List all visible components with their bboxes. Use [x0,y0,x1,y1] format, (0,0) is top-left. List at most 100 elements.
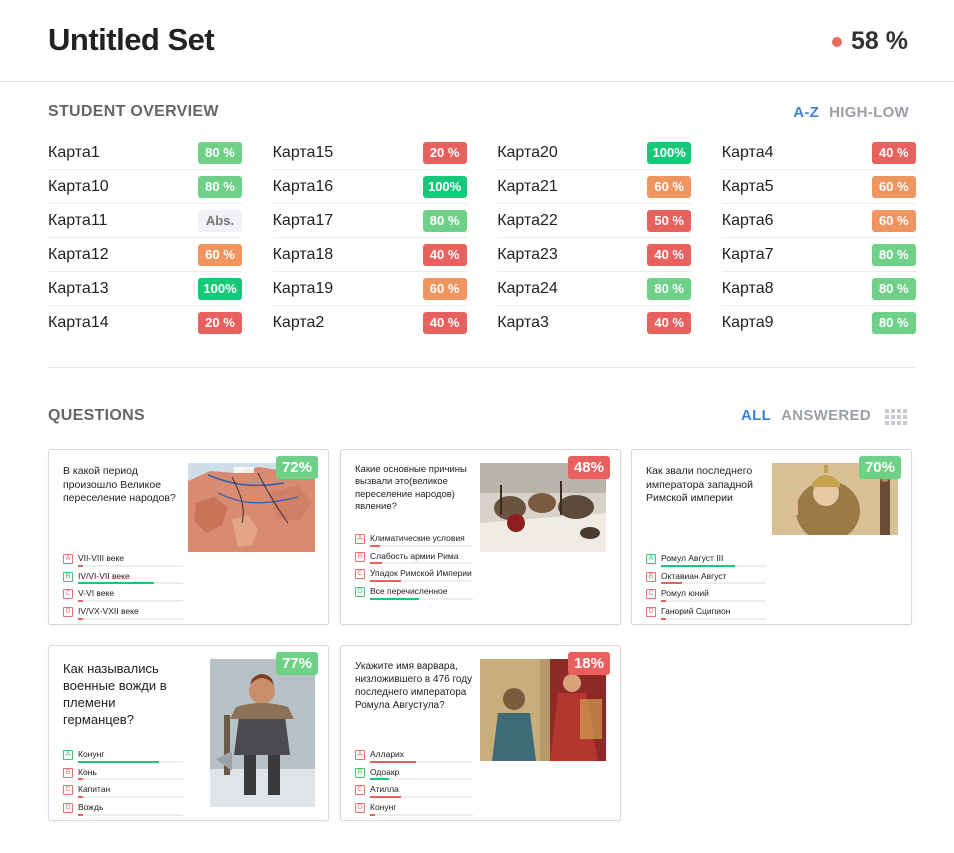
student-row[interactable]: Карта4 40 % [721,136,916,170]
student-score-badge: 50 % [647,209,692,232]
sort-az-button[interactable]: A-Z [793,104,819,121]
student-name: Карта2 [272,314,325,331]
question-card[interactable]: Какие основные причины вызвали это(велик… [340,449,621,625]
question-percent-badge: 18% [567,652,610,675]
student-name: Карта1 [48,143,100,161]
answer-letter: A [63,750,73,760]
answer-option: A Конунг [63,749,183,763]
student-name: Карта11 [48,211,108,229]
answer-letter: A [646,554,656,564]
student-row[interactable]: Карта10 80 % [48,170,242,204]
germanic-warrior-art-image [210,659,315,807]
answer-option: A Ромул Август III [646,553,766,567]
student-row[interactable]: Карта16 100% [272,170,467,204]
answer-text: Ромул юний [661,588,709,599]
answer-list: A Конунг B Конь C Капитан D Вождь [63,749,183,820]
student-name: Карта24 [497,279,558,297]
student-row[interactable]: Карта19 60 % [272,272,467,306]
student-name: Карта16 [272,177,334,195]
student-overview-title: STUDENT OVERVIEW [48,103,219,120]
student-name: Карта3 [497,314,549,331]
answer-share-bar [78,564,183,567]
student-row[interactable]: Карта14 20 % [48,306,242,340]
question-percent-badge: 70% [858,456,901,479]
question-percent-badge: 48% [567,456,610,479]
student-row[interactable]: Карта11 Abs. [48,204,242,238]
sort-high-low-button[interactable]: HIGH-LOW [829,104,909,121]
student-row[interactable]: Карта15 20 % [272,136,467,170]
student-row[interactable]: Карта21 60 % [497,170,692,204]
answer-option: B Конь [63,767,183,781]
student-row[interactable]: Карта2 40 % [273,306,467,340]
student-row[interactable]: Карта6 60 % [721,204,916,238]
student-row[interactable]: Карта3 40 % [497,306,692,340]
student-name: Карта14 [48,314,109,331]
answer-share-bar [370,813,473,816]
student-score-badge: 100% [198,277,242,300]
answer-option: B Слабость армии Рима [355,551,473,565]
student-score-badge: 100% [422,175,467,198]
student-row[interactable]: Карта8 80 % [721,272,916,306]
answer-text: Атилла [370,784,399,795]
answer-list: A VII-VIII веке B IV/VI-VII веке C V-VI веке D… [63,553,183,624]
filter-all-button[interactable]: ALL [741,407,771,424]
page-header: Untitled Set 58 % [0,0,954,82]
student-row[interactable]: Карта24 80 % [497,272,692,306]
answer-text: VII-VIII веке [78,553,125,563]
answer-share-bar [78,813,183,816]
question-card[interactable]: Как звали последнего императора западной… [631,449,912,625]
student-row[interactable]: Карта17 80 % [272,204,467,238]
student-score-badge: 40 % [422,243,467,266]
student-row[interactable]: Карта22 50 % [497,204,692,238]
answer-text: Слабость армии Рима [370,550,459,561]
question-filter-controls: ALL ANSWERED [741,407,907,425]
filter-answered-button[interactable]: ANSWERED [781,407,871,424]
question-card[interactable]: Как назывались военные вожди в племени г… [48,645,329,821]
answer-text: Конунг [78,749,105,759]
student-row[interactable]: Карта12 60 % [48,238,242,272]
answer-share-bar [661,582,766,585]
answer-share-bar [78,599,183,602]
grid-view-icon[interactable] [885,409,907,425]
student-name: Карта6 [721,211,774,229]
student-name: Карта7 [721,245,774,263]
answer-text: Капитан [78,784,111,795]
answer-share-bar [370,562,473,565]
answer-share-bar [78,617,183,620]
answer-letter: A [63,554,73,564]
answer-letter: B [63,767,73,778]
question-text: Как назывались военные вожди в племени г… [63,661,167,727]
student-row[interactable]: Карта13 100% [48,272,242,306]
answer-option: D Ганорий Сципион [646,606,766,620]
question-card[interactable]: Укажите имя варвара, низложившего в 476 … [340,645,621,821]
student-name: Карта19 [272,279,334,297]
answer-list: A Алларих B Одоакр C Атилла D Конунг [355,749,473,820]
section-divider [48,367,915,368]
answer-option: D IV/VX-VXII веке [63,606,183,620]
answer-letter: D [355,802,365,813]
answer-share-bar [78,760,183,763]
student-row[interactable]: Карта23 40 % [497,238,692,272]
answer-text: Ромул Август III [661,553,724,563]
student-row[interactable]: Карта18 40 % [272,238,467,272]
question-text: В какой период произошло Великое пересел… [63,465,176,505]
student-row[interactable]: Карта5 60 % [721,170,916,204]
answer-option: A VII-VIII веке [63,553,183,567]
student-name: Карта20 [497,143,558,161]
student-row[interactable]: Карта7 80 % [721,238,916,272]
student-score-badge: 60 % [647,175,692,198]
answer-letter: B [355,551,365,562]
answer-text: Ганорий Сципион [661,605,731,616]
answer-share-bar [78,582,183,585]
answer-share-bar [370,597,473,600]
student-row[interactable]: Карта9 80 % [722,306,916,340]
student-row[interactable]: Карта20 100% [497,136,692,170]
answer-letter: D [355,586,365,597]
student-name: Карта10 [48,177,109,195]
set-title: Untitled Set [48,22,215,57]
answer-share-bar [661,599,766,602]
question-card[interactable]: В какой период произошло Великое пересел… [48,449,329,625]
student-row[interactable]: Карта1 80 % [48,136,242,170]
answer-option: C Капитан [63,784,183,798]
student-score-badge: 60 % [871,209,916,232]
